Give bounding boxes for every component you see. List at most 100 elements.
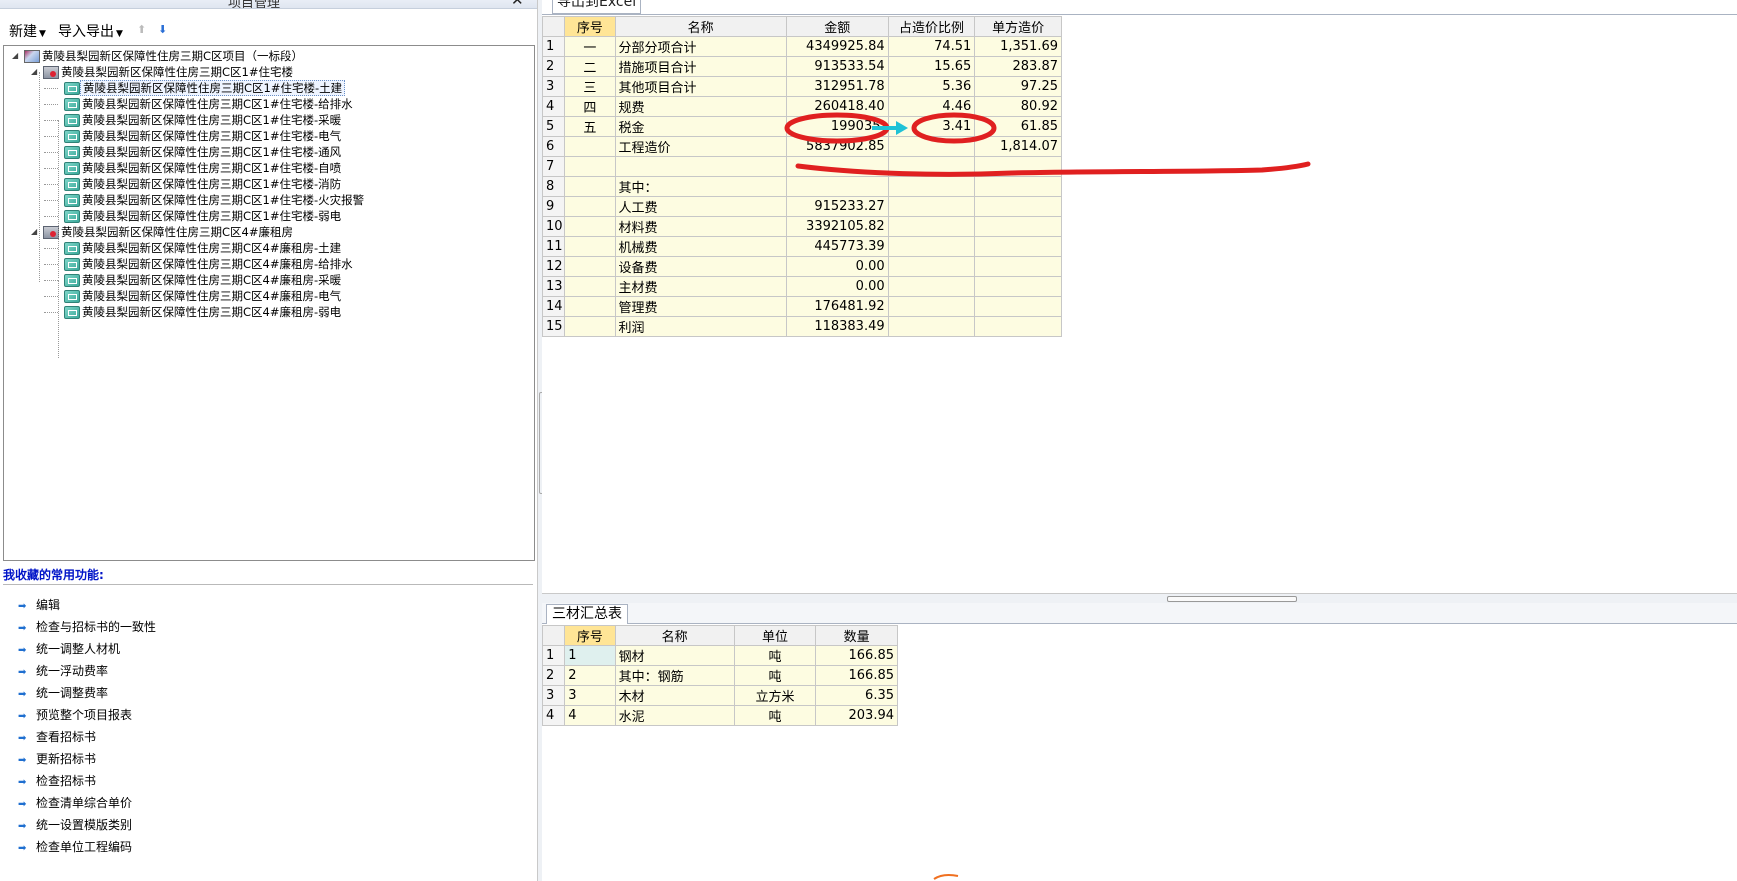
name-cell[interactable]: 水泥 xyxy=(614,705,735,726)
name-cell[interactable]: 规费 xyxy=(614,96,787,117)
amount-cell[interactable]: 0.00 xyxy=(785,256,889,277)
table-row[interactable]: 7 xyxy=(541,156,1062,177)
ratio-cell[interactable] xyxy=(887,136,976,157)
seq-cell[interactable]: 三 xyxy=(564,76,616,97)
favorite-item[interactable]: ➡ 统一设置模版类别 xyxy=(18,816,132,834)
column-header-quantity[interactable]: 数量 xyxy=(815,625,898,646)
column-header-seq[interactable]: 序号 xyxy=(564,625,616,646)
ratio-cell[interactable]: 4.46 xyxy=(887,96,976,117)
name-cell[interactable]: 分部分项合计 xyxy=(614,36,787,57)
unit-cost-cell[interactable]: 80.92 xyxy=(974,96,1062,117)
tab-materials-summary[interactable]: 三材汇总表 xyxy=(546,604,628,624)
tab-export-excel[interactable]: 导出到Excel xyxy=(552,0,642,14)
amount-cell[interactable]: 0.00 xyxy=(785,276,889,297)
row-number[interactable]: 14 xyxy=(541,296,566,317)
ratio-cell[interactable] xyxy=(887,196,976,217)
row-number[interactable]: 10 xyxy=(541,216,566,237)
row-number[interactable]: 1 xyxy=(541,645,566,666)
favorite-item[interactable]: ➡ 预览整个项目报表 xyxy=(18,706,132,724)
seq-cell[interactable] xyxy=(564,176,616,197)
seq-cell[interactable]: 五 xyxy=(564,116,616,137)
name-cell[interactable]: 人工费 xyxy=(614,196,787,217)
column-header-name[interactable]: 名称 xyxy=(614,625,735,646)
table-row[interactable]: 2 二措施项目合计 913533.54 15.65 283.87 xyxy=(541,56,1062,77)
name-cell[interactable]: 材料费 xyxy=(614,216,787,237)
seq-cell[interactable]: 四 xyxy=(564,96,616,117)
seq-cell[interactable] xyxy=(564,236,616,257)
quantity-cell[interactable]: 203.94 xyxy=(815,705,898,726)
splitter-grip[interactable] xyxy=(1167,596,1297,602)
amount-cell[interactable]: 445773.39 xyxy=(785,236,889,257)
unit-cell[interactable]: 吨 xyxy=(733,705,817,726)
unit-cost-cell[interactable] xyxy=(974,176,1062,197)
amount-cell[interactable]: 915233.27 xyxy=(785,196,889,217)
row-number[interactable]: 2 xyxy=(541,56,566,77)
favorite-item[interactable]: ➡ 更新招标书 xyxy=(18,750,96,768)
seq-cell[interactable] xyxy=(564,216,616,237)
unit-cost-cell[interactable] xyxy=(974,276,1062,297)
table-row[interactable]: 14 管理费 176481.92 xyxy=(541,296,1062,317)
seq-cell[interactable]: 2 xyxy=(564,665,616,686)
row-number[interactable]: 1 xyxy=(541,36,566,57)
seq-cell[interactable] xyxy=(564,156,616,177)
seq-cell[interactable] xyxy=(564,256,616,277)
name-cell[interactable]: 管理费 xyxy=(614,296,787,317)
amount-cell[interactable]: 312951.78 xyxy=(785,76,889,97)
table-row[interactable]: 12 设备费 0.00 xyxy=(541,256,1062,277)
row-number[interactable]: 5 xyxy=(541,116,566,137)
ratio-cell[interactable] xyxy=(887,276,976,297)
row-number[interactable]: 3 xyxy=(541,685,566,706)
table-row[interactable]: 3 三其他项目合计 312951.78 5.36 97.25 xyxy=(541,76,1062,97)
amount-cell[interactable]: 176481.92 xyxy=(785,296,889,317)
row-number[interactable]: 9 xyxy=(541,196,566,217)
row-number[interactable]: 6 xyxy=(541,136,566,157)
table-row[interactable]: 4 四规费 260418.40 4.46 80.92 xyxy=(541,96,1062,117)
column-header-ratio[interactable]: 占造价比例 xyxy=(887,16,976,37)
unit-cost-cell[interactable] xyxy=(974,316,1062,337)
name-cell[interactable]: 钢材 xyxy=(614,645,735,666)
column-header-name[interactable]: 名称 xyxy=(614,16,787,37)
ratio-cell[interactable] xyxy=(887,316,976,337)
name-cell[interactable]: 机械费 xyxy=(614,236,787,257)
favorite-item[interactable]: ➡ 统一调整人材机 xyxy=(18,640,120,658)
ratio-cell[interactable] xyxy=(887,216,976,237)
ratio-cell[interactable]: 74.51 xyxy=(887,36,976,57)
unit-cost-cell[interactable]: 97.25 xyxy=(974,76,1062,97)
column-header-amount[interactable]: 金额 xyxy=(785,16,889,37)
seq-cell[interactable]: 1 xyxy=(564,645,616,666)
row-number[interactable]: 7 xyxy=(541,156,566,177)
amount-cell[interactable]: 118383.49 xyxy=(785,316,889,337)
name-cell[interactable]: 措施项目合计 xyxy=(614,56,787,77)
move-down-icon[interactable]: ⬇ xyxy=(158,23,167,36)
name-cell[interactable]: 其中：钢筋 xyxy=(614,665,735,686)
favorite-item[interactable]: ➡ 编辑 xyxy=(18,596,60,614)
ratio-cell[interactable] xyxy=(887,236,976,257)
favorite-item[interactable]: ➡ 检查清单综合单价 xyxy=(18,794,132,812)
amount-cell[interactable]: 5837902.85 xyxy=(785,136,889,157)
favorite-item[interactable]: ➡ 检查与招标书的一致性 xyxy=(18,618,156,636)
column-header-unit[interactable]: 单位 xyxy=(733,625,817,646)
unit-cell[interactable]: 立方米 xyxy=(733,685,817,706)
name-cell[interactable]: 利润 xyxy=(614,316,787,337)
amount-cell[interactable]: 4349925.84 xyxy=(785,36,889,57)
unit-cost-cell[interactable]: 61.85 xyxy=(974,116,1062,137)
seq-cell[interactable] xyxy=(564,196,616,217)
row-number[interactable]: 2 xyxy=(541,665,566,686)
unit-cell[interactable]: 吨 xyxy=(733,645,817,666)
unit-cost-cell[interactable]: 1,814.07 xyxy=(974,136,1062,157)
unit-cost-cell[interactable] xyxy=(974,256,1062,277)
seq-cell[interactable] xyxy=(564,276,616,297)
ratio-cell[interactable] xyxy=(887,256,976,277)
name-cell[interactable]: 其他项目合计 xyxy=(614,76,787,97)
table-row[interactable]: 9 人工费 915233.27 xyxy=(541,196,1062,217)
favorite-item[interactable]: ➡ 检查招标书 xyxy=(18,772,96,790)
unit-cost-cell[interactable] xyxy=(974,196,1062,217)
table-row[interactable]: 1 1 钢材吨 166.85 xyxy=(541,645,898,666)
column-header-seq[interactable]: 序号 xyxy=(564,16,616,37)
seq-cell[interactable] xyxy=(564,136,616,157)
favorite-item[interactable]: ➡ 检查单位工程编码 xyxy=(18,838,132,856)
unit-cost-cell[interactable]: 1,351.69 xyxy=(974,36,1062,57)
unit-cost-cell[interactable] xyxy=(974,156,1062,177)
row-number[interactable]: 13 xyxy=(541,276,566,297)
row-number[interactable]: 4 xyxy=(541,96,566,117)
